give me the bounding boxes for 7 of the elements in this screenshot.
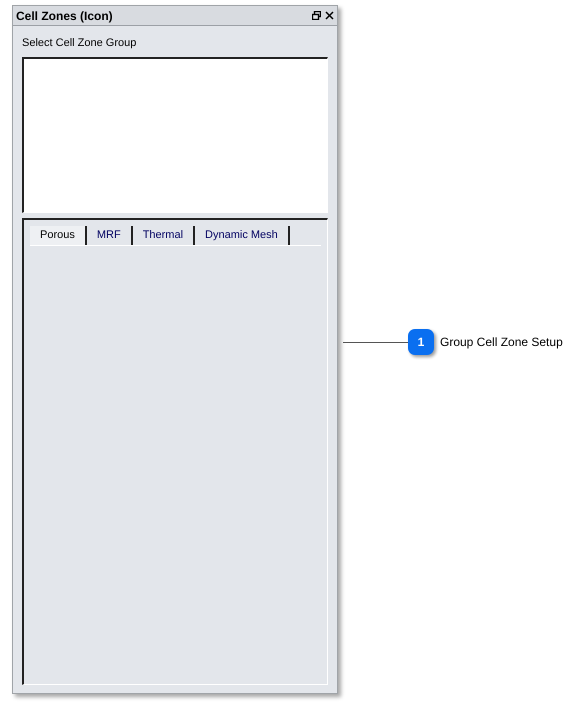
restore-icon[interactable] [312,11,321,20]
window-title: Cell Zones (Icon) [16,8,113,24]
callout-text: Group Cell Zone Setup [440,334,563,351]
callout-number: 1 [408,329,434,355]
tab[interactable]: Porous [30,226,87,244]
close-icon[interactable] [325,11,334,20]
group-label: Select Cell Zone Group [22,36,138,51]
